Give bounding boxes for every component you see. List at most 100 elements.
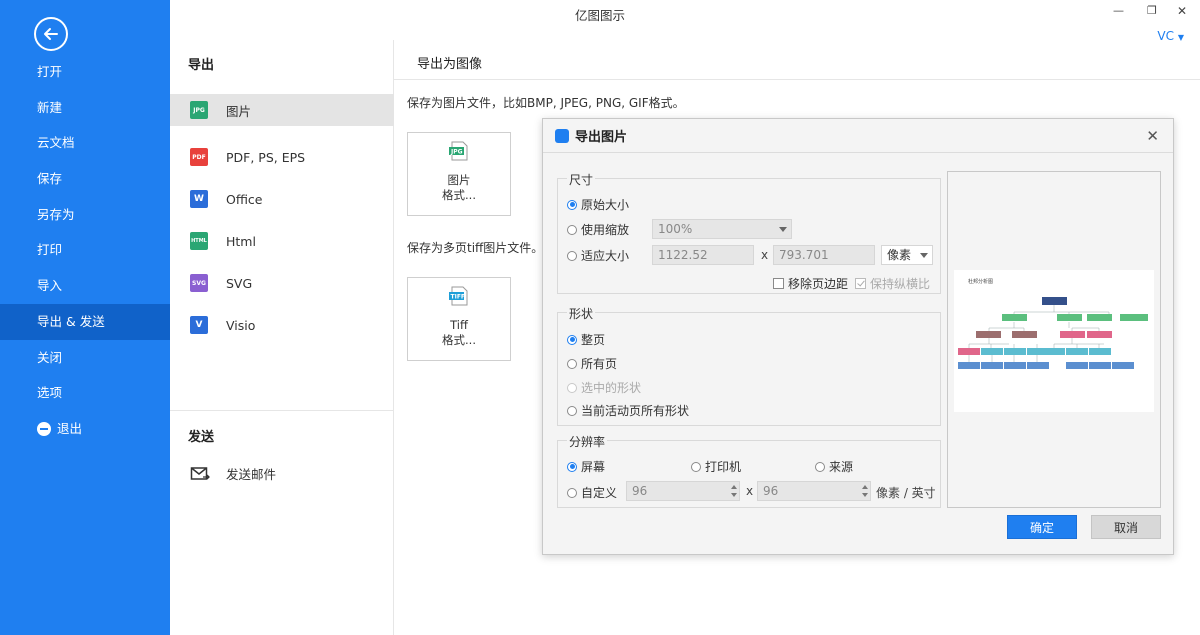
- shape-current-page-radio[interactable]: 当前活动页所有形状: [567, 402, 689, 419]
- sidebar-item-label: 退出: [57, 420, 83, 436]
- remove-margin-checkbox[interactable]: 移除页边距: [773, 275, 848, 292]
- send-mail-item[interactable]: 发送邮件: [190, 464, 276, 483]
- shape-selected-radio[interactable]: 选中的形状: [567, 379, 641, 396]
- export-type-svg[interactable]: SVG SVG: [170, 262, 394, 304]
- preview-pane: 杜邦分析图: [947, 171, 1161, 508]
- restore-icon[interactable]: ❐: [1147, 4, 1157, 17]
- size-original-radio[interactable]: 原始大小: [567, 196, 629, 213]
- image-format-button[interactable]: JPG 图片 格式...: [407, 132, 511, 216]
- export-type-html[interactable]: HTML Html: [170, 220, 394, 262]
- zoom-select[interactable]: 100%: [652, 219, 792, 239]
- resolution-custom-radio[interactable]: 自定义: [567, 484, 617, 501]
- close-icon[interactable]: ✕: [1177, 4, 1187, 18]
- sidebar-item-export-send[interactable]: 导出 & 发送: [0, 303, 170, 340]
- svg-text:TIFF: TIFF: [451, 294, 466, 301]
- export-type-label: Office: [226, 191, 263, 207]
- preview-title: 杜邦分析图: [968, 279, 994, 285]
- size-zoom-radio[interactable]: 使用缩放: [567, 221, 629, 238]
- org-chart-thumbnail-icon: [958, 297, 1148, 369]
- back-button[interactable]: [34, 17, 68, 51]
- keep-ratio-checkbox[interactable]: 保持纵横比: [855, 275, 930, 292]
- user-menu[interactable]: VC ▼: [1157, 29, 1184, 43]
- chevron-down-icon: [920, 253, 928, 258]
- visio-file-icon: V: [190, 316, 208, 334]
- export-type-visio[interactable]: V Visio: [170, 304, 394, 346]
- cancel-button[interactable]: 取消: [1091, 515, 1161, 539]
- app-logo-icon: [555, 128, 569, 143]
- close-icon[interactable]: ✕: [1146, 127, 1159, 145]
- dpi-y-stepper[interactable]: 96: [757, 481, 871, 501]
- sidebar-item-new[interactable]: 新建: [0, 90, 170, 126]
- tiff-format-label: Tiff: [450, 318, 468, 332]
- sidebar-item-import[interactable]: 导入: [0, 268, 170, 304]
- minimize-icon[interactable]: —: [1113, 4, 1124, 17]
- image-format-sublabel: 格式...: [442, 188, 476, 202]
- sidebar-item-exit[interactable]: 退出: [0, 411, 170, 447]
- app-title: 亿图图示: [574, 8, 625, 23]
- svg-text:JPG: JPG: [450, 149, 463, 156]
- tiff-format-sublabel: 格式...: [442, 333, 476, 347]
- sidebar-item-print[interactable]: 打印: [0, 232, 170, 268]
- sidebar-item-save[interactable]: 保存: [0, 161, 170, 197]
- sidebar-item-label: 云文档: [37, 135, 75, 151]
- svg-file-icon: SVG: [190, 274, 208, 292]
- sidebar-item-save-as[interactable]: 另存为: [0, 197, 170, 233]
- preview-image: 杜邦分析图: [954, 270, 1154, 412]
- chevron-up-icon[interactable]: [731, 485, 737, 489]
- export-type-panel: 导出 JPG 图片 PDF PDF, PS, EPS W Office HTML…: [170, 40, 394, 635]
- sidebar-item-close[interactable]: 关闭: [0, 340, 170, 376]
- export-type-image[interactable]: JPG 图片: [170, 94, 394, 126]
- dialog-title: 导出图片: [575, 130, 628, 145]
- size-fit-radio[interactable]: 适应大小: [567, 247, 629, 264]
- sidebar-item-label: 另存为: [37, 206, 75, 222]
- sidebar-item-cloud-docs[interactable]: 云文档: [0, 125, 170, 161]
- sidebar-item-label: 打印: [37, 242, 63, 258]
- shape-group-title: 形状: [567, 305, 596, 322]
- checkbox-box: [773, 278, 784, 289]
- radio-dot: [567, 358, 577, 369]
- dialog-header: 导出图片 ✕: [543, 119, 1173, 153]
- image-description: 保存为图片文件，比如BMP, JPEG, PNG, GIF格式。: [407, 96, 685, 110]
- sidebar-item-open[interactable]: 打开: [0, 54, 170, 90]
- sidebar-menu: 打开 新建 云文档 保存 另存为 打印 导入 导出 & 发送 关闭 选项 退出: [0, 54, 170, 447]
- resolution-source-radio[interactable]: 来源: [815, 458, 853, 475]
- radio-dot: [567, 224, 577, 235]
- chevron-up-icon[interactable]: [862, 485, 868, 489]
- sidebar-item-options[interactable]: 选项: [0, 375, 170, 411]
- resolution-printer-radio[interactable]: 打印机: [691, 458, 741, 475]
- arrow-left-icon: [44, 28, 58, 40]
- tiff-format-button[interactable]: TIFF Tiff 格式...: [407, 277, 511, 361]
- export-type-label: SVG: [226, 275, 253, 291]
- shape-all-pages-radio[interactable]: 所有页: [567, 355, 617, 372]
- user-name: VC: [1157, 29, 1175, 43]
- export-image-dialog: 导出图片 ✕ 尺寸 原始大小 使用缩放 100% 适应大小 1122.52 x …: [542, 118, 1174, 555]
- html-file-icon: HTML: [190, 232, 208, 250]
- dpi-x-stepper[interactable]: 96: [626, 481, 740, 501]
- resolution-screen-radio[interactable]: 屏幕: [567, 458, 605, 475]
- export-type-office[interactable]: W Office: [170, 178, 394, 220]
- chevron-down-icon[interactable]: [862, 493, 868, 497]
- export-type-label: Html: [226, 233, 256, 249]
- radio-dot: [567, 405, 577, 416]
- sidebar-item-label: 打开: [37, 64, 63, 79]
- size-times: x: [761, 248, 769, 262]
- content-title: 导出为图像: [417, 57, 483, 72]
- mail-icon: [190, 466, 210, 480]
- sidebar-item-label: 导出 & 发送: [37, 313, 105, 329]
- export-type-label: PDF, PS, EPS: [226, 149, 306, 165]
- shape-whole-page-radio[interactable]: 整页: [567, 331, 605, 348]
- sidebar-item-label: 选项: [37, 385, 63, 401]
- image-format-label: 图片: [447, 173, 471, 187]
- export-type-list: JPG 图片 PDF PDF, PS, EPS W Office HTML Ht…: [170, 94, 394, 346]
- chevron-down-icon[interactable]: [731, 493, 737, 497]
- unit-select[interactable]: 像素: [881, 245, 933, 265]
- exit-icon: [37, 421, 51, 436]
- ok-button[interactable]: 确定: [1007, 515, 1077, 539]
- export-type-label: 图片: [226, 103, 252, 119]
- resolution-group-title: 分辨率: [567, 433, 608, 450]
- width-input[interactable]: 1122.52: [652, 245, 754, 265]
- height-input[interactable]: 793.701: [773, 245, 875, 265]
- tiff-file-icon: TIFF: [449, 286, 468, 306]
- jpg-file-icon: JPG: [449, 141, 468, 161]
- export-type-pdf[interactable]: PDF PDF, PS, EPS: [170, 136, 394, 178]
